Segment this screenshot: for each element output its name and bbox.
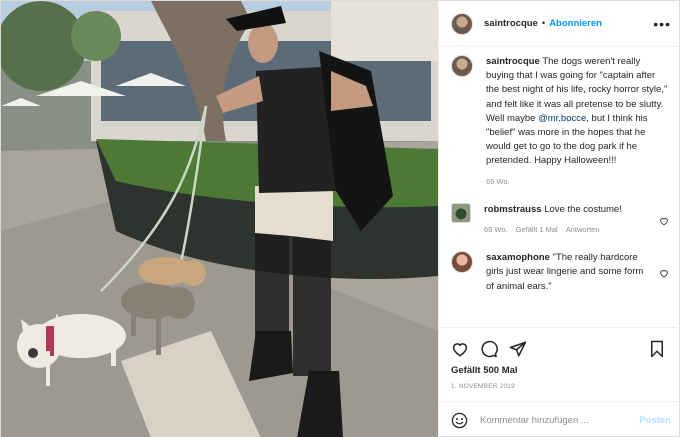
comment-body: robmstrauss Love the costume! 69 Wo. Gef… (484, 203, 653, 237)
comment-item: robmstrauss Love the costume! 69 Wo. Gef… (451, 202, 669, 237)
caption: saintrocque The dogs weren't really buyi… (451, 55, 669, 189)
like-heart-icon[interactable] (451, 340, 469, 358)
comment-body: saxamophone "The really hardcore girls j… (486, 251, 653, 294)
post-date[interactable]: 1. NOVEMBER 2019 (451, 383, 669, 390)
comment-time[interactable]: 69 Wo. (484, 223, 508, 237)
post-comment-button[interactable]: Posten (639, 415, 671, 426)
reply-button[interactable]: Antworten (566, 223, 600, 237)
instagram-post: saintrocque • Abonnieren ••• saintrocque… (0, 0, 680, 437)
likes-count[interactable]: Gefällt 500 Mal (451, 365, 669, 376)
caption-mention[interactable]: @mr.bocce (538, 113, 586, 124)
post-sidebar: saintrocque • Abonnieren ••• saintrocque… (438, 1, 680, 437)
action-icons (451, 338, 669, 360)
comment-username[interactable]: robmstrauss (484, 204, 542, 215)
header-separator: • (541, 18, 546, 29)
comment-bubble-icon[interactable] (480, 340, 498, 358)
comment-like-icon[interactable] (659, 253, 669, 294)
caption-username[interactable]: saintrocque (486, 56, 540, 67)
caption-time[interactable]: 69 Wo. (486, 175, 510, 189)
comment-likes[interactable]: Gefällt 1 Mal (516, 223, 558, 237)
comment-item: saxamophone "The really hardcore girls j… (451, 251, 669, 294)
comment-username[interactable]: saxamophone (486, 252, 550, 263)
add-comment-bar: Posten (439, 401, 680, 437)
avatar[interactable] (451, 12, 473, 35)
comment-avatar[interactable] (451, 202, 471, 223)
bookmark-icon[interactable] (648, 340, 666, 358)
post-photo[interactable] (1, 1, 438, 437)
comments-list[interactable]: saintrocque The dogs weren't really buyi… (439, 55, 680, 325)
comment-text: Love the costume! (541, 203, 622, 215)
emoji-icon[interactable] (451, 412, 468, 429)
more-options-icon[interactable]: ••• (653, 17, 671, 31)
header-username[interactable]: saintrocque (484, 18, 538, 29)
caption-body: saintrocque The dogs weren't really buyi… (486, 55, 669, 189)
caption-meta: 69 Wo. (486, 175, 669, 189)
post-header: saintrocque • Abonnieren ••• (439, 1, 680, 47)
comment-avatar[interactable] (451, 251, 473, 274)
comment-input[interactable] (480, 414, 640, 426)
share-paper-plane-icon[interactable] (509, 340, 527, 358)
post-actions: Gefällt 500 Mal 1. NOVEMBER 2019 (439, 327, 680, 390)
caption-avatar[interactable] (451, 55, 473, 77)
comment-like-icon[interactable] (659, 205, 669, 237)
photo-illustration (1, 1, 438, 437)
follow-button[interactable]: Abonnieren (549, 18, 602, 29)
comment-meta: 69 Wo. Gefällt 1 Mal Antworten (484, 223, 653, 237)
